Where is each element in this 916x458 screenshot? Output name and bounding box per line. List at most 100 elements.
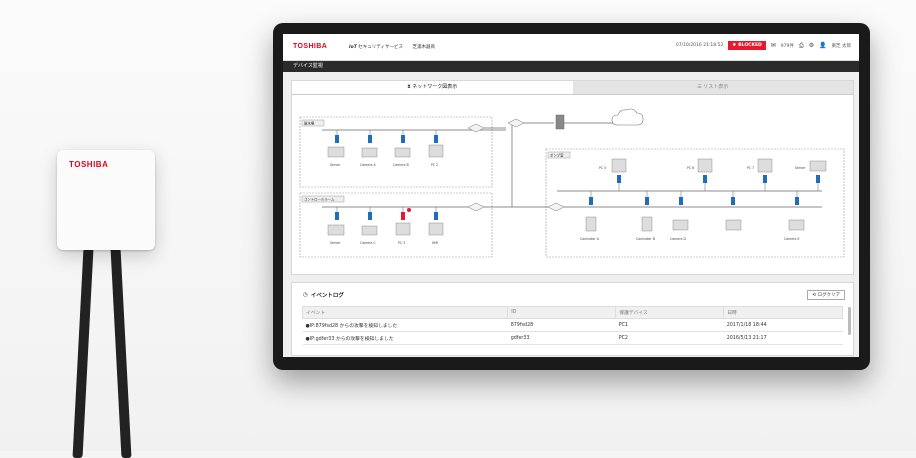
group-label-control[interactable]: コントロールルーム <box>304 197 335 202</box>
alert-dot <box>407 208 411 212</box>
app-header: TOSHIBA IoT セキュリティサービス 芝浦木器商 07/10/2016 … <box>283 34 859 61</box>
device-pc-6[interactable] <box>697 158 713 191</box>
cell-device: PC2 <box>615 331 724 345</box>
group-label-pump[interactable]: ポンプ室 <box>550 153 564 158</box>
log-clear-button[interactable]: ⟲ ログクリア <box>807 290 845 300</box>
brand-logo[interactable]: TOSHIBA <box>293 43 327 50</box>
switch-icon[interactable] <box>547 202 565 212</box>
event-log-panel: ◷ イベントログ ⟲ ログクリア イベント ID 保護デバイス 日時 ●IP:8… <box>291 282 854 356</box>
device-pc-7[interactable] <box>757 158 773 191</box>
device-pc-2[interactable] <box>428 130 444 158</box>
col-id[interactable]: ID <box>507 306 617 319</box>
pump-devices-bottom: Controller A Controller B Camera D Camer… <box>580 191 805 241</box>
event-table: イベント ID 保護デバイス 日時 ●IP:879fsd28 からの攻撃を検知し… <box>301 306 843 345</box>
clock-icon: ◷ <box>303 292 308 298</box>
blocked-label: BLOCKED <box>738 43 762 48</box>
device-cable <box>110 248 132 458</box>
cell-datetime: 2016/5/13 21:17 <box>723 331 843 345</box>
user-name[interactable]: 東芝 太郎 <box>832 43 851 49</box>
device-pc-3-alert[interactable] <box>395 207 411 236</box>
header-status: 07/10/2016 21:18:52 ✹ BLOCKED ✉ 979件 ⎙ ⚙ … <box>676 41 851 50</box>
device-panel: ⧗ ネットワーク図表示 ☰ リスト表示 製水場 コントロールルーム ポンプ室 S… <box>291 80 854 275</box>
device-label: Controller B <box>636 237 655 241</box>
device-label: Server <box>330 163 341 167</box>
col-event[interactable]: イベント <box>301 306 509 319</box>
device-camera-a[interactable] <box>361 130 378 158</box>
col-datetime[interactable]: 日時 <box>723 306 843 319</box>
device-label: Camera E <box>784 237 800 241</box>
tab-network-label: ネットワーク図表示 <box>412 84 458 90</box>
switch-icon[interactable] <box>507 118 525 128</box>
network-diagram: 製水場 コントロールルーム ポンプ室 Server Camera A Camer… <box>299 108 845 258</box>
water-devices: Server Camera A Camera B PC 2 <box>327 130 444 167</box>
device-label: PC 7 <box>747 166 754 170</box>
cell-event: ●IP:879fsd28 からの攻撃を検知しました <box>302 318 508 332</box>
service-label: セキュリティサービス <box>358 45 404 50</box>
device-label: Controller A <box>580 237 600 241</box>
cell-event: ●IP:gdfer33 からの攻撃を検知しました <box>302 331 508 345</box>
device-logo: TOSHIBA <box>69 160 109 169</box>
blocked-badge[interactable]: ✹ BLOCKED <box>728 41 766 50</box>
tab-network[interactable]: ⧗ ネットワーク図表示 <box>292 81 573 94</box>
device-camera-d[interactable] <box>672 191 689 231</box>
device-label: Server <box>330 241 341 245</box>
col-device[interactable]: 保護デバイス <box>615 306 725 319</box>
device-label: PC 3 <box>398 241 405 245</box>
background: TOSHIBA TOSHIBA IoT セキュリティサービス 芝浦木器商 07/… <box>0 0 916 458</box>
firewall-icon[interactable] <box>555 114 565 130</box>
table-header-row: イベント ID 保護デバイス 日時 <box>301 306 843 319</box>
cloud-icon <box>611 108 644 126</box>
device-label: Camera D <box>670 237 687 241</box>
cell-id: 879fsd28 <box>507 318 616 332</box>
mail-icon[interactable]: ✉ <box>771 42 776 49</box>
tab-list[interactable]: ☰ リスト表示 <box>572 81 853 94</box>
device-label: Camera C <box>360 241 377 245</box>
user-icon[interactable]: 👤 <box>819 42 826 49</box>
device-server-b[interactable] <box>327 207 345 236</box>
table-row[interactable]: ●IP:gdfer33 からの攻撃を検知しました gdfer33 PC2 201… <box>302 331 843 345</box>
log-clear-label: ログクリア <box>817 293 840 298</box>
service-name: IoT セキュリティサービス 芝浦木器商 <box>349 44 435 50</box>
table-row[interactable]: ●IP:879fsd28 からの攻撃を検知しました 879fsd28 PC1 2… <box>302 318 843 332</box>
group-label-water[interactable]: 製水場 <box>304 121 315 126</box>
monitor: TOSHIBA IoT セキュリティサービス 芝浦木器商 07/10/2016 … <box>273 23 870 370</box>
device-label: PC 5 <box>599 166 606 170</box>
screen: TOSHIBA IoT セキュリティサービス 芝浦木器商 07/10/2016 … <box>283 34 859 357</box>
datetime: 07/10/2016 21:18:52 <box>675 43 724 48</box>
event-log-header: ◷ イベントログ <box>303 291 344 299</box>
switch-icon[interactable] <box>467 202 485 212</box>
service-bold: IoT <box>349 45 357 50</box>
pump-devices-top: PC 5 PC 6 PC 7 Server <box>599 158 827 191</box>
device-camera-e[interactable] <box>788 191 805 231</box>
switch-icon[interactable] <box>467 123 485 133</box>
table-scrollbar[interactable] <box>848 307 851 335</box>
control-devices: Server Camera C PC 3 HMI <box>327 207 444 245</box>
print-icon[interactable]: ⎙ <box>799 42 804 49</box>
device-hmi[interactable] <box>428 207 444 236</box>
device-label: Server <box>795 166 806 170</box>
device-label: PC 6 <box>687 166 694 170</box>
view-tabs: ⧗ ネットワーク図表示 ☰ リスト表示 <box>292 81 853 95</box>
device-server-a[interactable] <box>327 130 345 158</box>
company-name: 芝浦木器商 <box>412 45 435 50</box>
device-cable <box>72 248 94 458</box>
gear-icon[interactable]: ⚙ <box>809 42 814 49</box>
device-controller-a[interactable] <box>585 191 597 232</box>
tab-list-label: リスト表示 <box>703 84 729 90</box>
device-camera-b[interactable] <box>394 130 411 158</box>
device-server-c[interactable] <box>809 160 827 191</box>
event-log-title: イベントログ <box>310 293 344 299</box>
cell-datetime: 2017/1/18 18:44 <box>723 318 843 332</box>
message-count[interactable]: 979件 <box>781 43 794 49</box>
device-label: Camera A <box>360 163 377 167</box>
device-label: HMI <box>432 241 438 245</box>
device-camera-c[interactable] <box>361 207 378 236</box>
device-label: PC 2 <box>431 163 438 167</box>
device-controller-c[interactable] <box>725 191 742 231</box>
device-pc-5[interactable] <box>611 158 627 191</box>
device-label: Camera B <box>393 163 409 167</box>
switch-icons <box>467 118 565 212</box>
cell-id: gdfer33 <box>507 331 616 345</box>
device-controller-b[interactable] <box>641 191 653 232</box>
cell-device: PC1 <box>615 318 724 332</box>
